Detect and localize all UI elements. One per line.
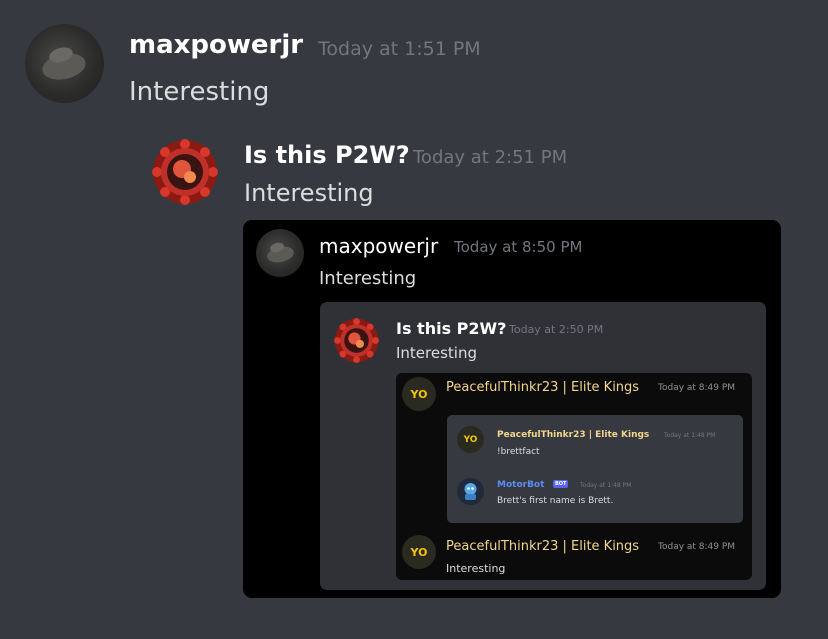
username: PeacefulThinkr23 | Elite Kings [446,380,640,395]
timestamp: Today at 2:51 PM [413,147,568,168]
avatar[interactable] [25,24,104,103]
timestamp: Today at 1:51 PM [318,38,481,60]
username[interactable]: Is this P2W? [244,141,410,169]
username: PeacefulThinkr23 | Elite Kings [497,430,650,440]
bot-badge: BOT [553,480,569,488]
avatar [457,478,484,505]
avatar: YO [402,377,436,411]
timestamp: Today at 1:48 PM [580,482,632,489]
message-content: Brett's first name is Brett. [497,496,614,506]
timestamp: Today at 2:50 PM [509,323,604,336]
gear-emblem-icon [334,318,379,363]
bot-avatar-icon [464,483,477,500]
username: MotorBot [497,480,545,490]
avatar: YO [402,535,436,569]
timestamp: Today at 8:49 PM [658,383,736,393]
gear-emblem-icon [152,139,218,205]
username: maxpowerjr [319,234,439,258]
avatar[interactable] [152,139,218,205]
username: Is this P2W? [396,319,507,338]
avatar [334,318,379,363]
timestamp: Today at 1:48 PM [664,432,716,439]
avatar: YO [457,426,484,453]
message-content: Interesting [319,268,417,289]
avatar [256,229,304,277]
username: PeacefulThinkr23 | Elite Kings [446,539,640,554]
timestamp: Today at 8:50 PM [454,238,583,256]
message-content: Interesting [396,344,477,362]
username[interactable]: maxpowerjr [129,30,303,60]
message-content: Interesting [446,562,506,575]
message-content: !brettfact [497,447,540,457]
message-content: Interesting [244,179,374,207]
message-content: Interesting [129,77,270,107]
timestamp: Today at 8:49 PM [658,542,736,552]
